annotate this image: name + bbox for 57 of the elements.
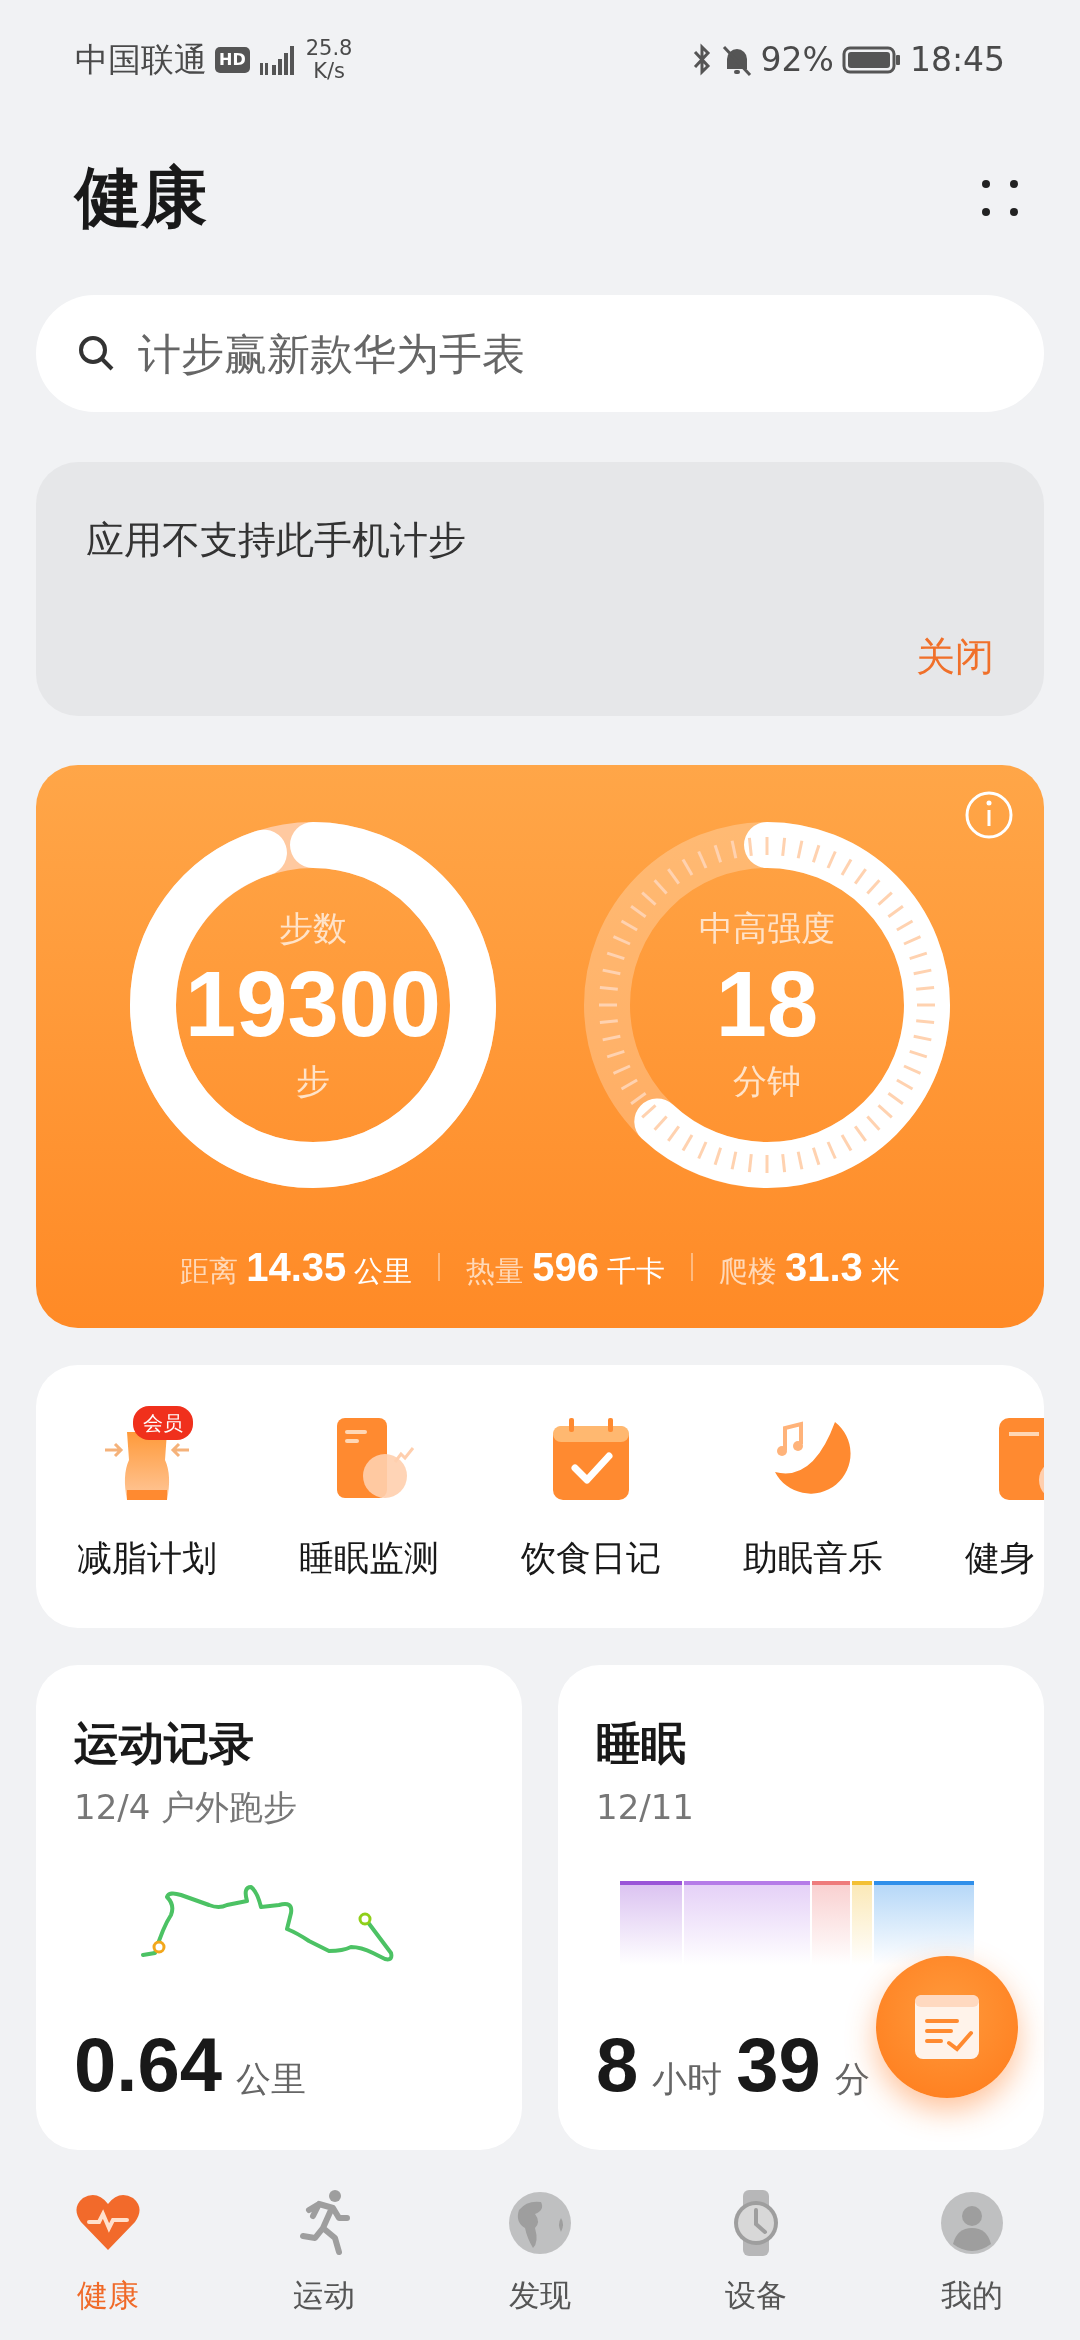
more-button[interactable] — [980, 177, 1020, 218]
network-badge: HD — [215, 47, 250, 73]
clock-time: 18:45 — [909, 39, 1005, 82]
stat-unit: 千卡 — [607, 1253, 665, 1290]
stat-value: 31.3 — [785, 1244, 863, 1291]
exercise-card[interactable]: 运动记录 12/4 户外跑步 0.64 公里 — [36, 1665, 522, 2150]
sleep-minutes: 39 — [736, 2026, 821, 2103]
carrier-name: 中国联通 — [75, 39, 207, 82]
card-subtitle: 12/11 — [596, 1785, 695, 1829]
shortcut-label: 睡眠监测 — [299, 1538, 439, 1578]
tab-item[interactable]: 发现 — [432, 2170, 648, 2340]
tab-item[interactable]: 设备 — [648, 2170, 864, 2340]
tab-item[interactable]: 运动 — [216, 2170, 432, 2340]
page-title: 健康 — [75, 158, 207, 238]
tab-item[interactable]: 我的 — [864, 2170, 1080, 2340]
card-subtitle: 12/4 户外跑步 — [74, 1785, 299, 1829]
shortcut-label: 饮食日记 — [521, 1538, 661, 1578]
notice-text: 应用不支持此手机计步 — [86, 517, 467, 564]
ring-unit: 步 — [296, 1059, 330, 1103]
sleep-card[interactable]: 睡眠 12/11 8 小时 39 分 — [558, 1665, 1044, 2150]
shortcut-item[interactable]: 饮食日记 — [480, 1365, 702, 1628]
card-title: 睡眠 — [596, 1716, 687, 1772]
shortcut-item[interactable]: 健身 — [924, 1365, 1044, 1628]
search-field[interactable]: 计步赢新款华为手表 — [36, 295, 1044, 412]
search-icon — [76, 333, 116, 373]
ring-label: 步数 — [279, 907, 347, 951]
shortcut-label: 健身 — [965, 1538, 1035, 1578]
card-title: 运动记录 — [74, 1716, 255, 1772]
info-icon[interactable] — [964, 790, 1014, 840]
distance-value: 0.64 — [74, 2026, 222, 2103]
ring-value: 18 — [715, 954, 819, 1056]
battery-icon — [841, 45, 902, 75]
minutes-unit: 分 — [834, 2057, 870, 2101]
shortcut-item[interactable]: 助眠音乐 — [702, 1365, 924, 1628]
shortcut-label: 减脂计划 — [77, 1538, 217, 1578]
shortcut-item[interactable]: 会员 减脂计划 — [36, 1365, 258, 1628]
member-badge: 会员 — [133, 1406, 193, 1440]
network-speed: 25.8 — [305, 36, 353, 60]
ring-unit: 分钟 — [733, 1059, 801, 1103]
ring-label: 中高强度 — [699, 907, 835, 951]
stat-value: 596 — [532, 1244, 599, 1291]
muted-bell-icon — [720, 43, 753, 77]
stat-value: 14.35 — [246, 1244, 347, 1291]
stat-label: 热量 — [466, 1253, 525, 1290]
stat-label: 爬楼 — [719, 1253, 777, 1290]
shortcut-label: 助眠音乐 — [743, 1538, 883, 1578]
stat-unit: 公里 — [354, 1253, 413, 1290]
record-button[interactable] — [876, 1956, 1018, 2098]
distance-unit: 公里 — [235, 2057, 306, 2101]
shortcut-item[interactable]: 睡眠监测 — [258, 1365, 480, 1628]
battery-percent: 92% — [760, 39, 834, 82]
stat-label: 距离 — [180, 1253, 239, 1290]
hours-unit: 小时 — [652, 2057, 723, 2101]
ring-value: 19300 — [185, 954, 441, 1056]
stat-unit: 米 — [870, 1253, 900, 1290]
sleep-hours: 8 — [596, 2026, 639, 2103]
speed-unit: K/s — [313, 60, 345, 84]
